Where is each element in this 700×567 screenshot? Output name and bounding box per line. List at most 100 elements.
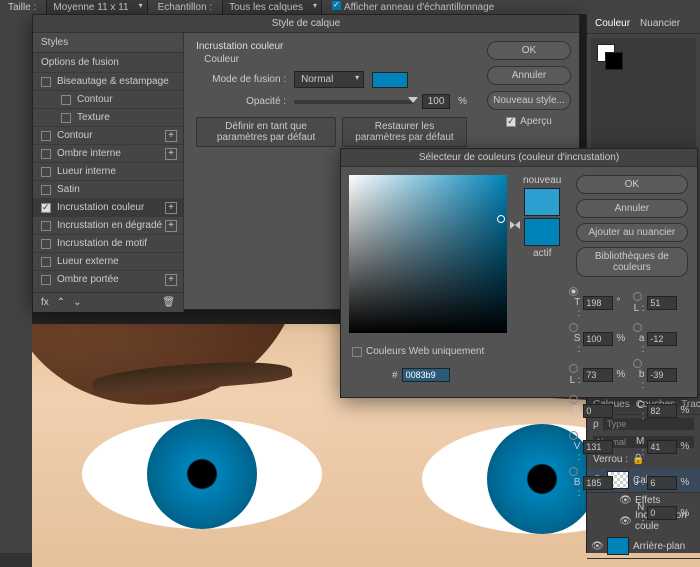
sample-label: Echantillon : — [158, 2, 212, 13]
v-radio[interactable] — [569, 431, 578, 440]
add-icon[interactable]: + — [165, 220, 177, 232]
lhsl-input[interactable] — [583, 368, 613, 382]
ring-checkbox[interactable]: Afficher anneau d'échantillonnage — [332, 1, 494, 13]
fx-label: fx — [41, 297, 49, 308]
opacity-slider[interactable] — [294, 100, 414, 104]
color-tab[interactable]: Couleur — [595, 18, 630, 29]
style-item-5[interactable]: Lueur interne — [33, 162, 183, 180]
blab-input[interactable] — [647, 368, 677, 382]
style-item-6[interactable]: Satin — [33, 180, 183, 198]
arrow-up-icon[interactable]: ⌃ — [57, 297, 65, 308]
section-title: Incrustation couleur — [196, 41, 467, 52]
ok-button[interactable]: OK — [487, 41, 571, 60]
blend-mode-dropdown[interactable]: Normal — [294, 71, 364, 88]
style-item-1[interactable]: Contour — [33, 90, 183, 108]
style-checkbox[interactable] — [41, 131, 51, 141]
l-radio[interactable] — [633, 292, 642, 301]
style-checkbox[interactable] — [41, 239, 51, 249]
r-input[interactable] — [583, 404, 613, 418]
add-swatch-button[interactable]: Ajouter au nuancier — [576, 223, 688, 242]
style-checkbox[interactable] — [41, 203, 51, 213]
style-item-3[interactable]: Contour+ — [33, 126, 183, 144]
opacity-label: Opacité : — [196, 96, 286, 107]
blab-radio[interactable] — [633, 359, 642, 368]
s-input[interactable] — [583, 332, 613, 346]
reset-default-button[interactable]: Restaurer les paramètres par défaut — [342, 117, 467, 147]
add-icon[interactable]: + — [165, 274, 177, 286]
cancel-button[interactable]: Annuler — [487, 66, 571, 85]
r-radio[interactable] — [569, 395, 578, 404]
style-item-2[interactable]: Texture — [33, 108, 183, 126]
add-icon[interactable]: + — [165, 130, 177, 142]
section-subtitle: Couleur — [204, 54, 467, 65]
style-checkbox[interactable] — [41, 185, 51, 195]
hex-label: # — [392, 370, 398, 381]
color-swatch[interactable] — [372, 72, 408, 88]
style-checkbox[interactable] — [41, 167, 51, 177]
new-color-label: nouveau — [523, 175, 561, 186]
h-radio[interactable] — [569, 287, 578, 296]
style-checkbox[interactable] — [41, 77, 51, 87]
style-item-11[interactable]: Ombre portée+ — [33, 270, 183, 288]
current-color-swatch[interactable] — [524, 218, 560, 246]
web-colors-checkbox[interactable] — [352, 347, 362, 357]
s-radio[interactable] — [569, 323, 578, 332]
b-radio[interactable] — [569, 467, 578, 476]
style-checkbox[interactable] — [61, 95, 71, 105]
m-input[interactable] — [647, 440, 677, 454]
lhsl-radio[interactable] — [569, 364, 578, 373]
b-input[interactable] — [583, 476, 613, 490]
tools-sidebar[interactable] — [0, 14, 32, 553]
blend-mode-label: Mode de fusion : — [196, 74, 286, 85]
color-picker-title: Sélecteur de couleurs (couleur d'incrust… — [341, 149, 697, 167]
style-item-10[interactable]: Lueur externe — [33, 252, 183, 270]
hex-input[interactable] — [402, 368, 450, 382]
dialog-title: Style de calque — [33, 15, 579, 33]
cp-ok-button[interactable]: OK — [576, 175, 688, 194]
n-input[interactable] — [647, 506, 677, 520]
preview-checkbox[interactable] — [506, 117, 516, 127]
arrow-down-icon[interactable]: ⌄ — [73, 297, 81, 308]
options-bar: Taille : Moyenne 11 x 11 Echantillon : T… — [0, 0, 700, 14]
style-item-7[interactable]: Incrustation couleur+ — [33, 198, 183, 216]
visibility-icon[interactable]: 👁 — [591, 541, 603, 552]
color-field[interactable] — [349, 175, 507, 333]
current-color-label: actif — [533, 248, 551, 259]
layer-thumb[interactable] — [607, 537, 629, 555]
color-picker-dialog: Sélecteur de couleurs (couleur d'incrust… — [340, 148, 698, 398]
style-checkbox[interactable] — [61, 113, 71, 123]
blend-options-item[interactable]: Options de fusion — [33, 52, 183, 72]
add-icon[interactable]: + — [165, 202, 177, 214]
background-swatch[interactable] — [605, 52, 623, 70]
add-icon[interactable]: + — [165, 148, 177, 160]
color-libs-button[interactable]: Bibliothèques de couleurs — [576, 247, 688, 277]
style-checkbox[interactable] — [41, 221, 51, 231]
style-checkbox[interactable] — [41, 275, 51, 285]
color-field-column — [349, 175, 507, 392]
new-style-button[interactable]: Nouveau style... — [487, 91, 571, 110]
j-input[interactable] — [647, 476, 677, 490]
c-input[interactable] — [647, 404, 677, 418]
style-checkbox[interactable] — [41, 257, 51, 267]
a-input[interactable] — [647, 332, 677, 346]
styles-footer: fx ⌃ ⌄ 🗑 — [33, 292, 183, 312]
v-input[interactable] — [583, 440, 613, 454]
make-default-button[interactable]: Définir en tant que paramètres par défau… — [196, 117, 336, 147]
style-checkbox[interactable] — [41, 149, 51, 159]
style-item-9[interactable]: Incrustation de motif — [33, 234, 183, 252]
style-item-0[interactable]: Biseautage & estampage — [33, 72, 183, 90]
swatches-tab[interactable]: Nuancier — [640, 18, 680, 29]
trash-icon[interactable]: 🗑 — [162, 297, 175, 308]
styles-header: Styles — [33, 33, 183, 52]
cp-cancel-button[interactable]: Annuler — [576, 199, 688, 218]
size-label: Taille : — [8, 2, 36, 13]
new-color-swatch[interactable] — [524, 188, 560, 216]
layer-row[interactable]: 👁 Arrière-plan — [587, 534, 700, 559]
style-item-4[interactable]: Ombre interne+ — [33, 144, 183, 162]
color-panel[interactable] — [591, 38, 696, 150]
a-radio[interactable] — [633, 323, 642, 332]
l-input[interactable] — [647, 296, 677, 310]
opacity-value[interactable]: 100 — [422, 94, 450, 109]
style-item-8[interactable]: Incrustation en dégradé+ — [33, 216, 183, 234]
h-input[interactable] — [583, 296, 613, 310]
